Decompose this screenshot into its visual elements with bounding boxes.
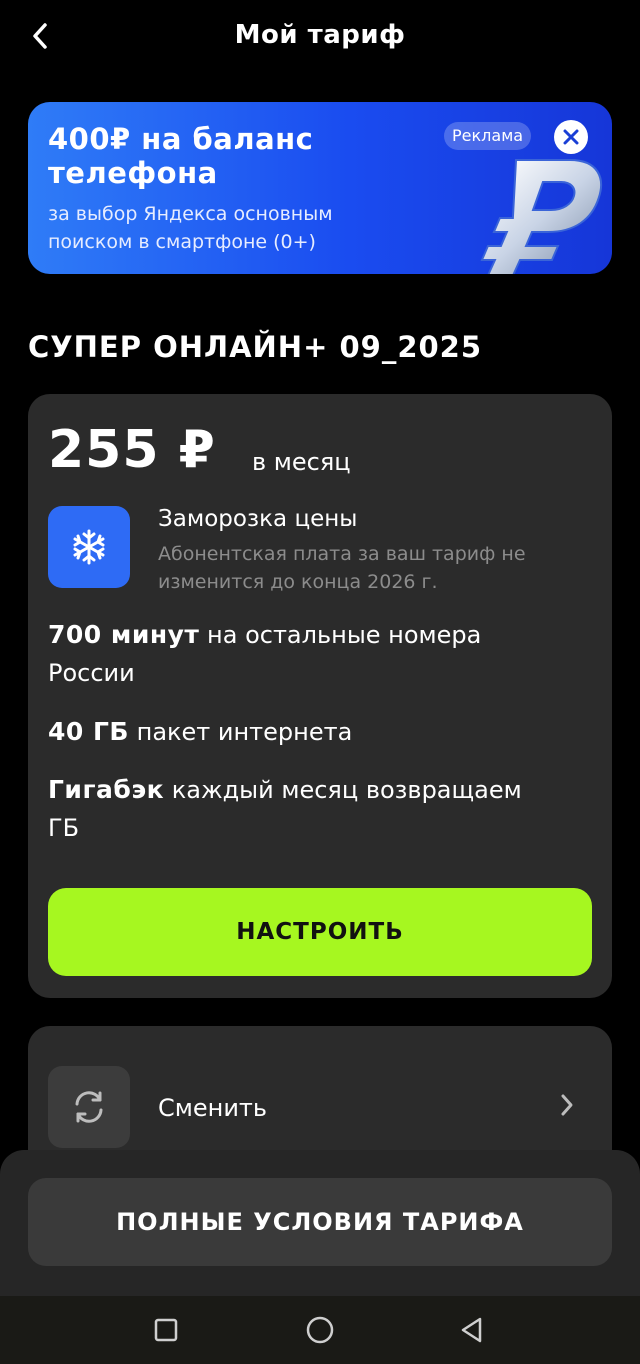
feature-minutes-text: на остальные номера (207, 621, 482, 649)
ad-title: 400₽ на баланс телефона (48, 122, 313, 190)
feature-internet: 40 ГБ пакет интернета (48, 713, 588, 751)
ad-title-line1: 400₽ на баланс (48, 122, 314, 156)
freeze-desc-line2: изменится до конца 2026 г. (158, 571, 438, 593)
ad-description: за выбор Яндекса основным поиском в смар… (48, 200, 333, 256)
feature-internet-text: пакет интернета (136, 718, 353, 746)
feature-internet-value: 40 ГБ (48, 717, 129, 746)
tariff-card: 255 ₽ в месяц Заморозка цены Абонентская… (28, 394, 612, 998)
ad-desc-line2: поиском в смартфоне (0+) (48, 231, 316, 253)
recents-button[interactable] (144, 1308, 188, 1352)
feature-gigaback-text2: ГБ (48, 814, 80, 842)
page-title: Мой тариф (234, 20, 406, 50)
home-button[interactable] (298, 1308, 342, 1352)
change-icon-badge (48, 1066, 130, 1148)
tariff-price-unit: в месяц (252, 448, 351, 476)
tariff-price: 255 ₽ (48, 420, 216, 480)
feature-gigaback-value: Гигабэк (48, 775, 165, 804)
freeze-desc-line1: Абонентская плата за ваш тариф не (158, 543, 526, 565)
system-back-button[interactable] (450, 1308, 494, 1352)
freeze-title: Заморозка цены (158, 506, 358, 532)
ad-title-line2: телефона (48, 156, 218, 190)
feature-minutes-value: 700 минут (48, 620, 200, 649)
feature-minutes: 700 минут на остальные номера России (48, 616, 588, 692)
circle-icon (306, 1316, 334, 1344)
ruble-sign-icon (460, 146, 610, 274)
tariff-name: СУПЕР ОНЛАЙН+ 09_2025 (28, 330, 483, 364)
triangle-back-icon (461, 1317, 482, 1343)
feature-gigaback-text: каждый месяц возвращаем (171, 776, 522, 804)
feature-minutes-text2: России (48, 659, 135, 687)
chevron-right-icon (558, 1090, 576, 1124)
ad-desc-line1: за выбор Яндекса основным (48, 203, 333, 225)
configure-button[interactable]: НАСТРОИТЬ (48, 888, 592, 976)
ad-label: Реклама (444, 122, 532, 150)
freeze-badge (48, 506, 130, 588)
square-icon (154, 1318, 178, 1342)
feature-gigaback: Гигабэк каждый месяц возвращаем ГБ (48, 771, 588, 847)
ad-banner[interactable]: 400₽ на баланс телефона за выбор Яндекса… (28, 102, 612, 274)
refresh-icon (75, 1091, 103, 1123)
close-icon (563, 129, 579, 145)
change-label: Сменить (158, 1094, 268, 1122)
snowflake-icon (73, 529, 105, 565)
freeze-description: Абонентская плата за ваш тариф не измени… (158, 540, 578, 596)
full-terms-button[interactable]: ПОЛНЫЕ УСЛОВИЯ ТАРИФА (28, 1178, 612, 1266)
ad-close-button[interactable] (554, 120, 588, 154)
